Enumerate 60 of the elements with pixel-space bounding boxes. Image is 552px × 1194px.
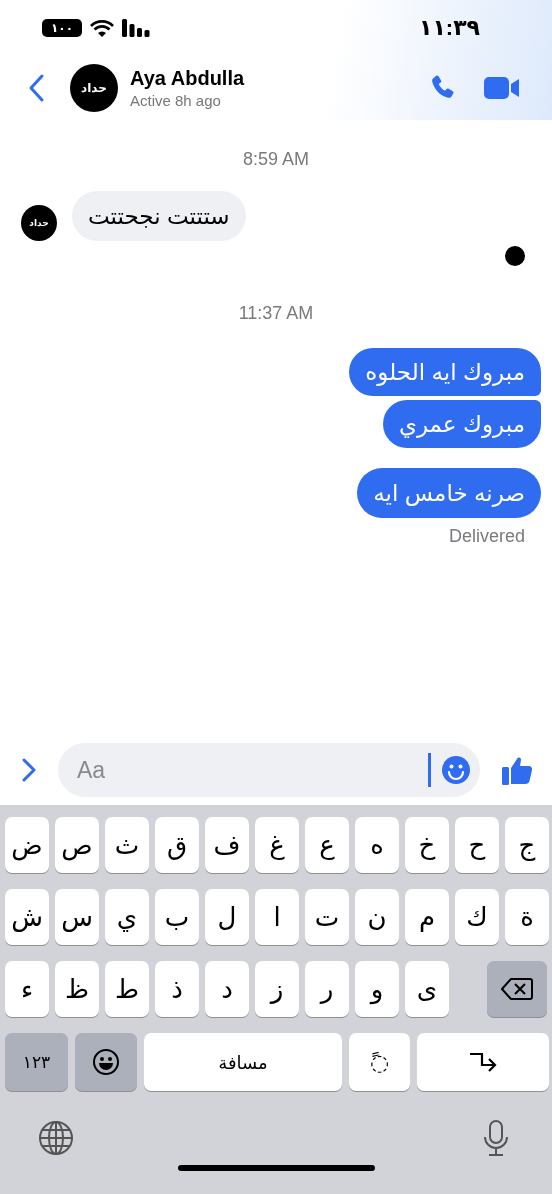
seen-avatar xyxy=(505,246,525,266)
contact-avatar: حداد xyxy=(21,205,57,241)
keyboard-key[interactable]: ت xyxy=(305,889,349,945)
keyboard-key[interactable]: ا xyxy=(255,889,299,945)
sent-message: صرنه خامس ايه xyxy=(357,468,541,518)
clock: ١١:٣٩ xyxy=(418,14,480,41)
keyboard-key[interactable]: ث xyxy=(105,817,149,873)
keyboard-key[interactable]: ف xyxy=(205,817,249,873)
diacritic-key[interactable]: ◌ً xyxy=(349,1033,410,1091)
received-message: ستتتت نجحتتت xyxy=(72,191,246,241)
keyboard-key[interactable]: ح xyxy=(455,817,499,873)
keyboard-key[interactable]: ي xyxy=(105,889,149,945)
keyboard-key[interactable]: ء xyxy=(5,961,49,1017)
keyboard-key[interactable]: ظ xyxy=(55,961,99,1017)
keyboard-key[interactable]: ى xyxy=(405,961,449,1017)
timestamp: 8:59 AM xyxy=(242,148,309,170)
keyboard-key[interactable]: ج xyxy=(505,817,549,873)
emoji-key[interactable] xyxy=(75,1033,137,1091)
smiley-icon[interactable] xyxy=(441,755,471,785)
keyboard-key[interactable]: ر xyxy=(305,961,349,1017)
message-field[interactable]: Aa xyxy=(58,743,480,797)
globe-icon[interactable] xyxy=(37,1119,75,1157)
backspace-icon xyxy=(501,977,533,1001)
keyboard-key[interactable]: غ xyxy=(255,817,299,873)
keyboard-key[interactable]: ص xyxy=(55,817,99,873)
keyboard-key[interactable]: ع xyxy=(305,817,349,873)
keyboard-key[interactable]: ش xyxy=(5,889,49,945)
keyboard-key[interactable]: ن xyxy=(355,889,399,945)
return-arrow-icon xyxy=(468,1050,498,1074)
space-key[interactable]: مسافة xyxy=(144,1033,342,1091)
active-status: Active 8h ago xyxy=(130,91,222,109)
wifi-icon xyxy=(90,18,114,37)
keyboard-key[interactable]: د xyxy=(205,961,249,1017)
keyboard-key[interactable]: ة xyxy=(505,889,549,945)
numbers-key[interactable]: ١٢٣ xyxy=(5,1033,68,1091)
sent-message: مبروك عمري xyxy=(382,400,541,448)
keyboard-key[interactable]: ق xyxy=(155,817,199,873)
keyboard-key[interactable]: ك xyxy=(455,889,499,945)
keyboard-key[interactable]: ذ xyxy=(155,961,199,1017)
battery-level: ١٠٠ xyxy=(42,18,82,37)
keyboard-key[interactable]: ض xyxy=(5,817,49,873)
keyboard-key[interactable]: ل xyxy=(205,889,249,945)
sent-message: مبروك ايه الحلوه xyxy=(349,348,541,396)
contact-name: Aya Abdulla xyxy=(130,66,246,90)
smiley-icon xyxy=(92,1048,120,1076)
keyboard-key[interactable]: ب xyxy=(155,889,199,945)
timestamp: 11:37 AM xyxy=(238,302,314,324)
keyboard-key[interactable]: س xyxy=(55,889,99,945)
keyboard-key[interactable]: ز xyxy=(255,961,299,1017)
backspace-key[interactable] xyxy=(487,961,547,1017)
contact-avatar[interactable]: حداد xyxy=(70,63,118,112)
keyboard-key[interactable]: م xyxy=(405,889,449,945)
keyboard-key[interactable]: ط xyxy=(105,961,149,1017)
delivery-status: Delivered xyxy=(448,526,525,547)
signal-icon xyxy=(122,18,150,37)
keyboard-key[interactable]: و xyxy=(355,961,399,1017)
keyboard-key[interactable]: خ xyxy=(405,817,449,873)
keyboard-key[interactable]: ه xyxy=(355,817,399,873)
text-cursor xyxy=(428,753,431,787)
video-camera-icon[interactable] xyxy=(484,74,520,101)
